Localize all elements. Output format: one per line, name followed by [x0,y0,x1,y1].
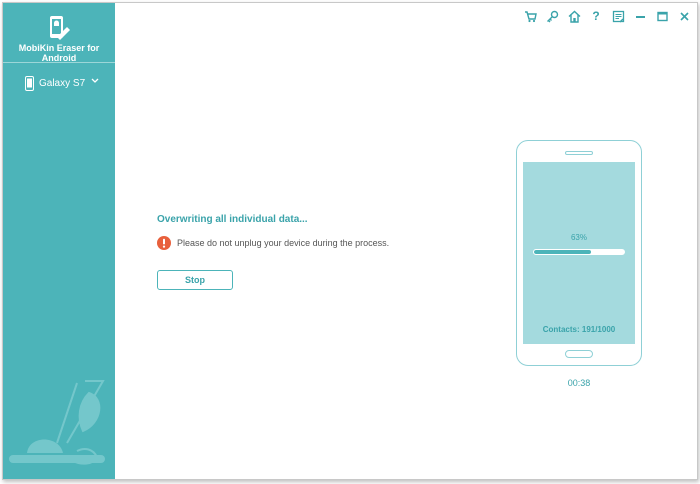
app-window: MobiKin Eraser for Android Galaxy S7 ? O… [2,2,698,480]
elapsed-timer: 00:38 [567,378,591,388]
contacts-progress: Contacts: 191/1000 [542,325,616,334]
maximize-button[interactable] [651,7,673,25]
title-bar-controls: ? [519,7,695,25]
home-icon [568,10,580,23]
progress-percent: 63% [570,233,587,242]
help-button[interactable]: ? [585,7,607,25]
phone-speaker [565,151,593,155]
close-icon [679,11,689,21]
sidebar: MobiKin Eraser for Android Galaxy S7 [3,3,115,479]
minimize-icon [635,15,645,18]
phone-screen: 63% Contacts: 191/1000 [523,162,635,344]
device-selector[interactable]: Galaxy S7 [25,73,99,93]
key-icon [546,10,558,22]
cart-icon [524,10,537,22]
help-icon: ? [592,9,600,23]
feedback-icon [612,10,624,22]
minimize-button[interactable] [629,7,651,25]
eraser-decoration-illustration [9,380,105,465]
status-title: Overwriting all individual data... [157,214,308,225]
home-button[interactable] [563,7,585,25]
close-button[interactable] [673,7,695,25]
phone-icon [25,75,34,91]
warning-icon [157,236,171,250]
progress-bar [533,249,625,255]
chevron-down-icon[interactable] [91,78,99,84]
feedback-button[interactable] [607,7,629,25]
device-name: Galaxy S7 [39,77,86,89]
android-eraser-logo-icon [50,16,70,40]
warning-text: Please do not unplug your device during … [177,238,390,248]
stop-button[interactable]: Stop [157,270,233,290]
sidebar-divider [3,62,115,63]
progress-bar-fill [534,250,591,254]
maximize-icon [656,11,668,21]
app-title: MobiKin Eraser for Android [18,43,100,63]
warning-message: Please do not unplug your device during … [157,236,389,250]
key-button[interactable] [541,7,563,25]
phone-home-button [565,350,593,358]
phone-progress-illustration: 63% Contacts: 191/1000 [516,140,642,366]
cart-button[interactable] [519,7,541,25]
